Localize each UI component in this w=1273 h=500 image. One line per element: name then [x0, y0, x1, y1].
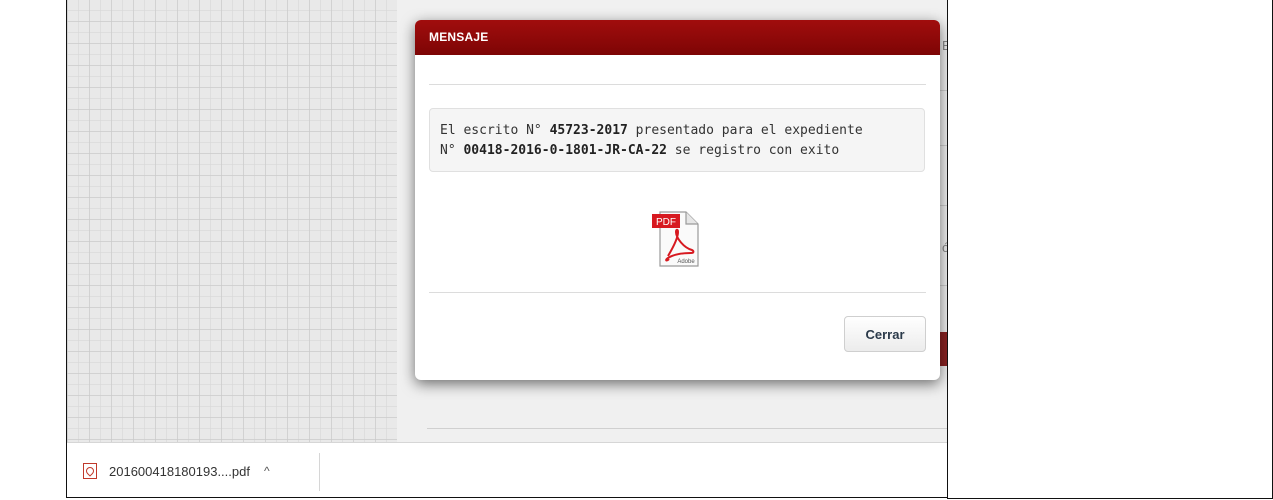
- pdf-brand: Adobe: [677, 259, 695, 265]
- message-text: se registro con exito: [666, 143, 840, 158]
- pdf-file-icon[interactable]: PDF Adobe: [650, 208, 702, 268]
- divider: [429, 84, 926, 85]
- divider: [429, 292, 926, 293]
- close-button[interactable]: Cerrar: [844, 316, 926, 352]
- download-item[interactable]: 201600418180193....pdf ^: [83, 457, 270, 485]
- pdf-label: PDF: [656, 217, 676, 228]
- message-text: presentado para el expediente: [627, 123, 863, 138]
- chevron-up-icon[interactable]: ^: [264, 464, 270, 478]
- message-text: N°: [440, 143, 464, 158]
- dialog-title: MENSAJE: [415, 20, 940, 55]
- right-empty-panel: [947, 0, 1273, 499]
- escrito-number: 45723-2017: [549, 123, 628, 138]
- message-box: El escrito N° 45723-2017 presentado para…: [429, 108, 925, 172]
- message-text: El escrito N°: [440, 123, 550, 138]
- pdf-icon: [83, 463, 97, 479]
- downloads-bar: 201600418180193....pdf ^: [67, 442, 947, 497]
- background-pattern: [67, 0, 397, 442]
- browser-viewport: E ó MENSAJE El escrito N° 45723-2017 pre…: [66, 0, 948, 498]
- divider: [319, 453, 320, 491]
- expediente-number: 00418-2016-0-1801-JR-CA-22: [463, 143, 667, 158]
- download-file-name: 201600418180193....pdf: [109, 463, 250, 479]
- message-dialog: MENSAJE El escrito N° 45723-2017 present…: [415, 20, 940, 380]
